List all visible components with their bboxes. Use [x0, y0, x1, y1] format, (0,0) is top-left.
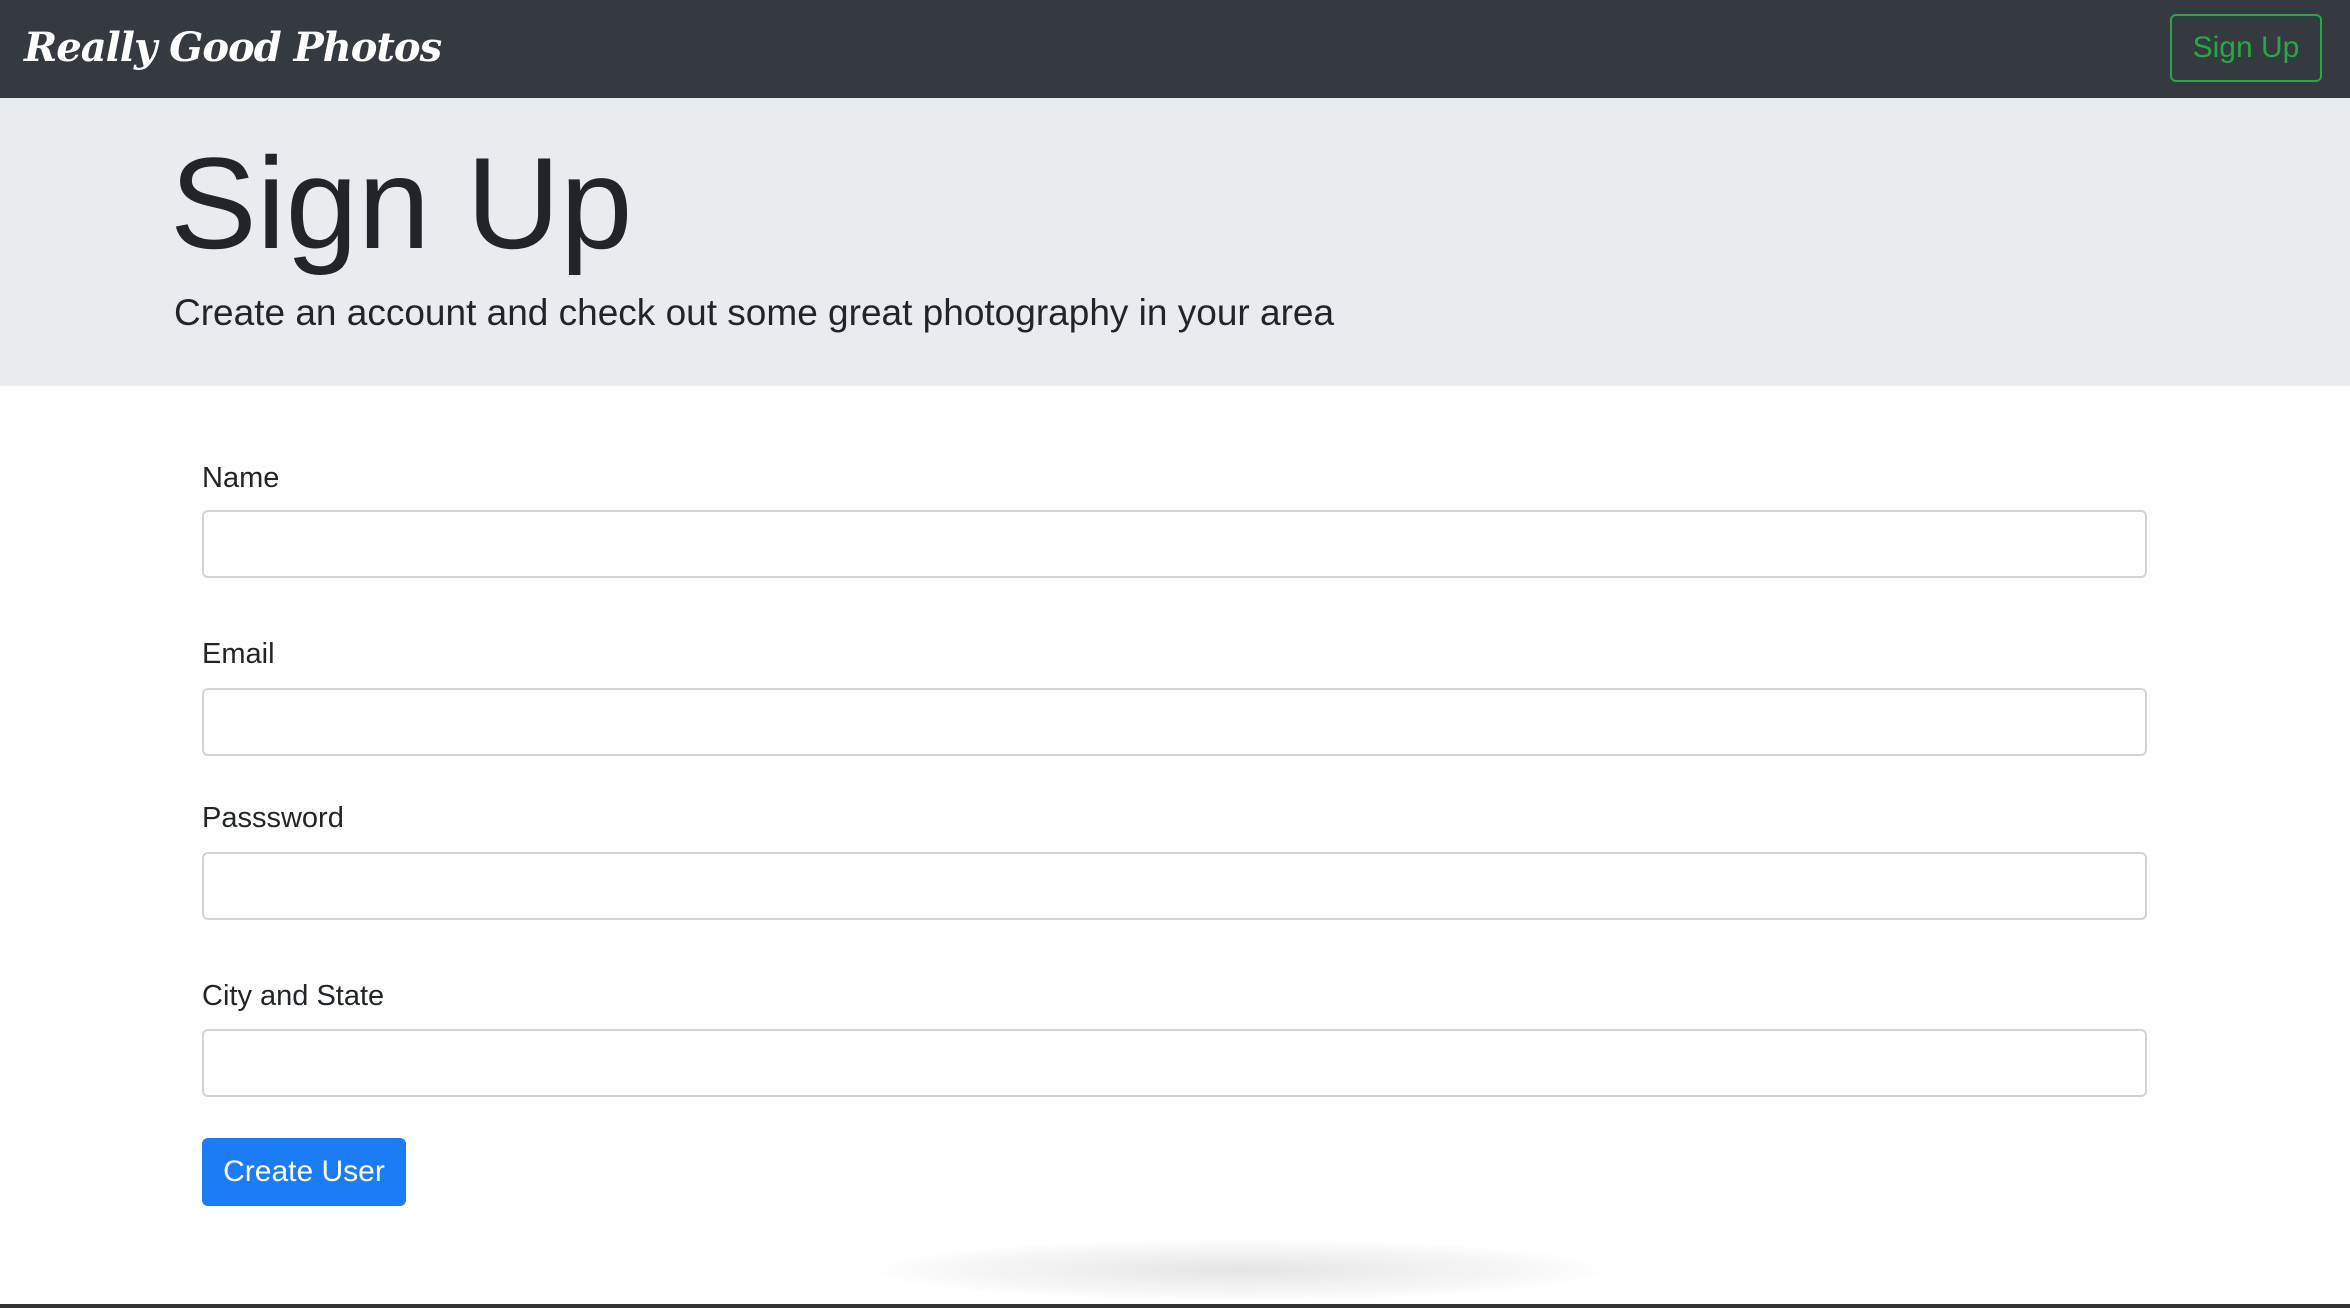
password-label: Passsword — [202, 802, 344, 834]
page-title: Sign Up — [170, 130, 633, 276]
password-input[interactable] — [202, 852, 2147, 920]
jumbotron: Sign Up Create an account and check out … — [0, 98, 2350, 386]
bottom-shadow — [880, 1240, 1600, 1300]
create-user-button[interactable]: Create User — [202, 1138, 406, 1206]
name-label: Name — [202, 462, 280, 494]
email-input[interactable] — [202, 688, 2147, 756]
brand-logo[interactable]: Really Good Photos — [24, 20, 442, 76]
page-lead: Create an account and check out some gre… — [174, 292, 1335, 333]
window-bottom-edge — [0, 1304, 2350, 1308]
email-label: Email — [202, 638, 275, 670]
navbar: Really Good Photos Sign Up — [0, 0, 2350, 98]
name-input[interactable] — [202, 510, 2147, 578]
city-state-input[interactable] — [202, 1029, 2147, 1097]
city-state-label: City and State — [202, 980, 385, 1012]
nav-signup-button[interactable]: Sign Up — [2170, 14, 2322, 82]
